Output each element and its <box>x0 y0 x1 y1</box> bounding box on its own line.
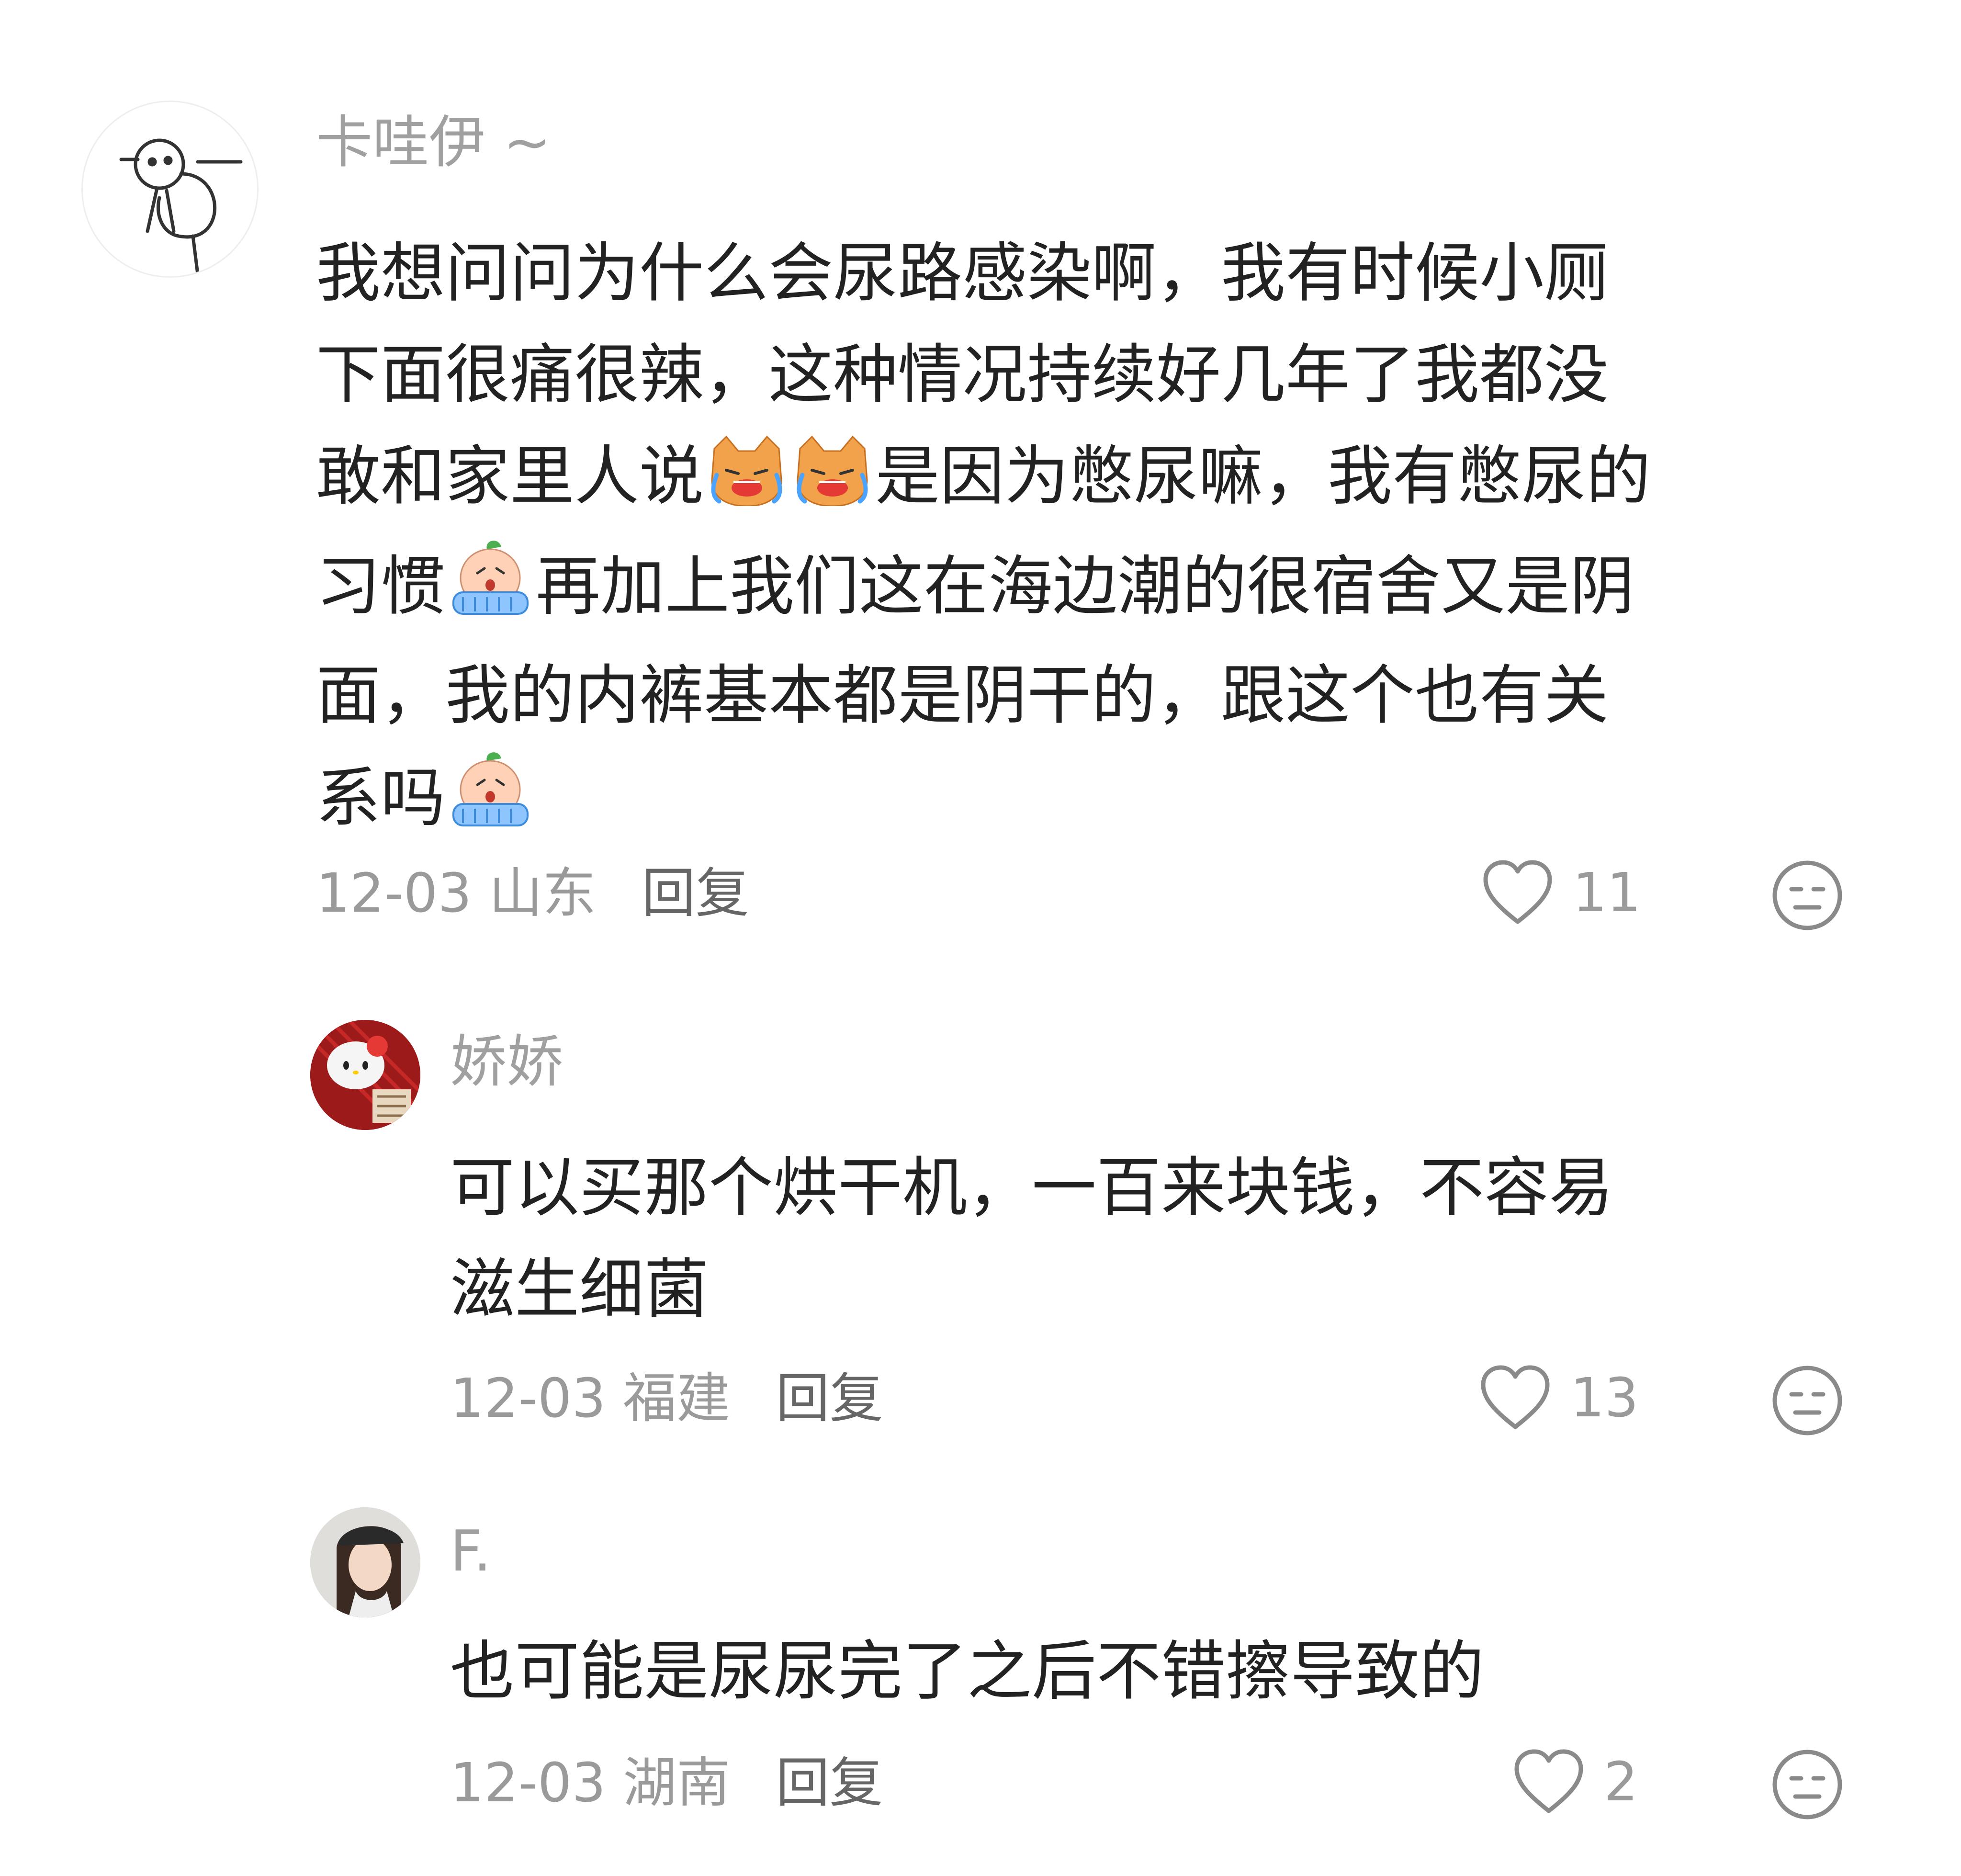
stick-figure-avatar-icon <box>119 138 243 276</box>
meh-face-icon <box>1772 1750 1842 1819</box>
avatar[interactable] <box>310 1507 420 1617</box>
like-count: 2 <box>1604 1751 1638 1813</box>
heart-icon <box>1481 1365 1550 1429</box>
dislike-button[interactable] <box>1771 1749 1843 1822</box>
comment-date: 12-03 <box>316 862 472 925</box>
comment-meta: 12-03 福建 回复 <box>450 1372 883 1425</box>
reply-button[interactable]: 回复 <box>642 862 749 925</box>
comment-meta: 12-03 湖南 回复 <box>450 1756 883 1810</box>
avatar[interactable] <box>81 101 259 278</box>
like-button[interactable]: 11 <box>1482 859 1641 927</box>
comment-date: 12-03 <box>450 1752 606 1814</box>
heart-icon <box>1483 860 1552 924</box>
text-line: 面，我的内裤基本都是阴干的，跟这个也有关 <box>316 658 1609 733</box>
text-line: 也可能是尿尿完了之后不错擦导致的 <box>450 1634 1484 1709</box>
text-line: 习惯 再加上我们这在海边潮的很宿舍又是阴 <box>316 535 1905 645</box>
comment-date: 12-03 <box>450 1367 606 1430</box>
comment-meta: 12-03 山东 回复 <box>316 867 749 920</box>
username[interactable]: 娇娇 <box>450 1033 563 1090</box>
crying-baby-emoji <box>446 746 535 857</box>
text-line: 滋生细菌 <box>450 1252 709 1327</box>
avatar[interactable] <box>310 1020 420 1130</box>
username[interactable]: F. <box>450 1523 491 1579</box>
username[interactable]: 卡哇伊 ~ <box>316 114 551 170</box>
reply-button[interactable]: 回复 <box>776 1367 883 1430</box>
comment-text: 也可能是尿尿完了之后不错擦导致的 <box>450 1621 1910 1722</box>
user-photo-avatar-icon <box>310 1507 420 1617</box>
crying-baby-emoji <box>446 535 535 645</box>
text-line: 我想问问为什么会尿路感染啊，我有时候小厕 <box>316 236 1609 311</box>
text-line: 敢和家里人说 是因为憋尿嘛，我有憋尿的 <box>316 426 1905 535</box>
dislike-button[interactable] <box>1771 1365 1843 1438</box>
like-count: 13 <box>1570 1367 1639 1429</box>
heart-icon <box>1514 1749 1583 1813</box>
text-line: 下面很痛很辣，这种情况持续好几年了我都没 <box>316 337 1609 412</box>
text-line: 系吗 <box>316 746 1905 857</box>
meh-face-icon <box>1772 1366 1842 1435</box>
comment-location: 湖南 <box>623 1752 731 1814</box>
meh-face-icon <box>1772 860 1842 930</box>
text-line: 可以买那个烘干机，一百来块钱，不容易 <box>450 1150 1613 1225</box>
dislike-button[interactable] <box>1771 859 1843 933</box>
comment-location: 福建 <box>623 1367 731 1430</box>
comment-location: 山东 <box>489 862 597 925</box>
crying-cat-emoji <box>705 433 789 535</box>
like-count: 11 <box>1573 862 1641 924</box>
comment-text: 我想问问为什么会尿路感染啊，我有时候小厕 下面很痛很辣，这种情况持续好几年了我都… <box>316 223 1905 857</box>
reply-button[interactable]: 回复 <box>776 1752 883 1814</box>
crying-cat-emoji <box>790 433 874 535</box>
like-button[interactable]: 13 <box>1479 1365 1639 1432</box>
comment-text: 可以买那个烘干机，一百来块钱，不容易 滋生细菌 <box>450 1137 1910 1340</box>
hello-kitty-avatar-icon <box>310 1020 420 1130</box>
like-button[interactable]: 2 <box>1513 1749 1638 1816</box>
